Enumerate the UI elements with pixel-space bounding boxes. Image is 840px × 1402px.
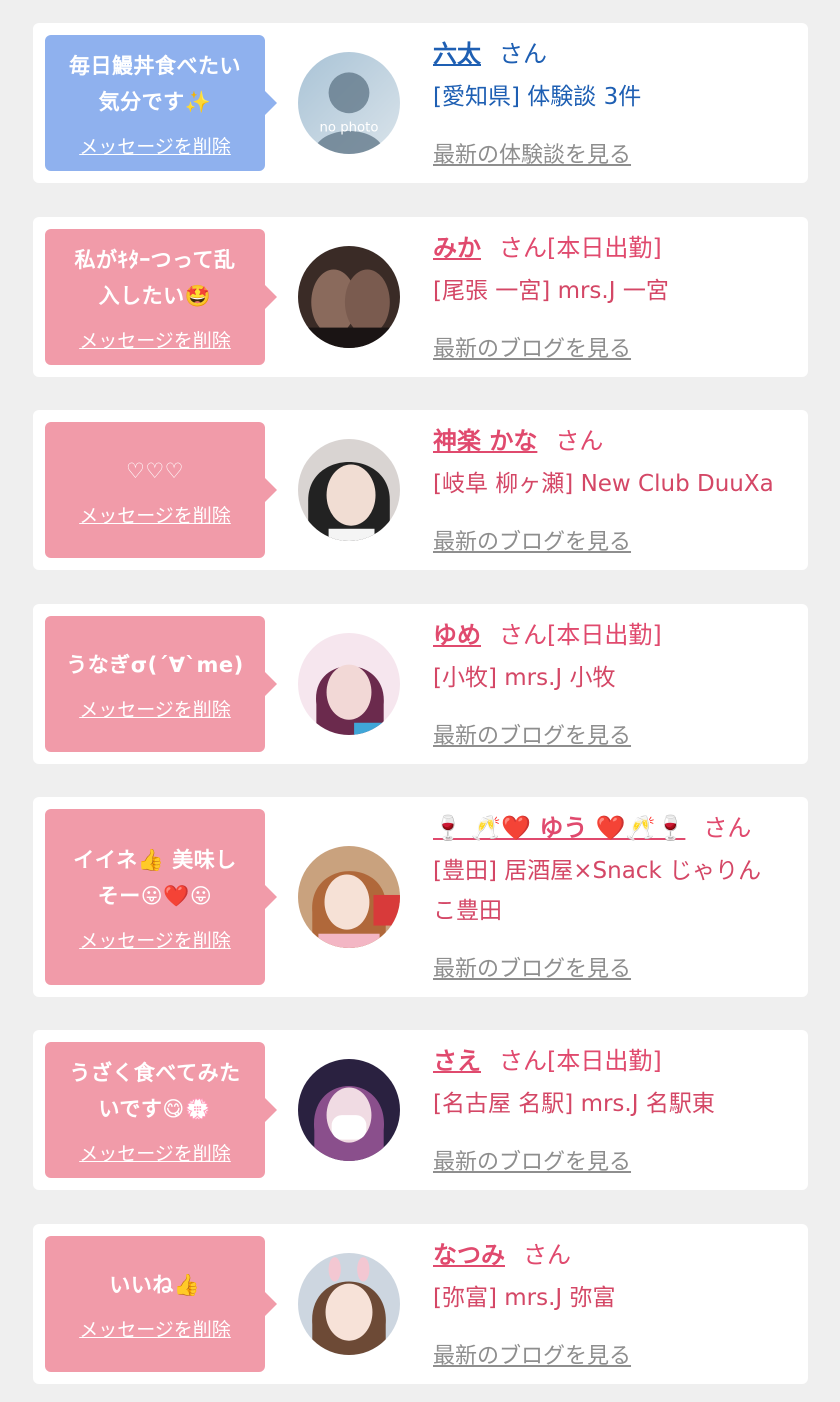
message-bubble: イイネ👍 美味し そー😛❤️😛 メッセージを削除 — [45, 809, 277, 985]
avatar[interactable] — [298, 633, 400, 735]
avatar[interactable] — [298, 246, 400, 348]
user-name-link[interactable]: 六太 — [433, 40, 481, 68]
avatar[interactable] — [298, 439, 400, 541]
shop-info: [尾張 一宮] mrs.J 一宮 — [433, 278, 669, 304]
delete-message-link[interactable]: メッセージを削除 — [79, 1139, 231, 1166]
user-name-link[interactable]: 神楽 かな — [433, 427, 537, 455]
user-name-line: みか さん[本日出勤] — [433, 225, 792, 271]
delete-message-link[interactable]: メッセージを削除 — [79, 1315, 231, 1342]
user-name-link[interactable]: ゆめ — [433, 621, 481, 649]
latest-post-link[interactable]: 最新のブログを見る — [433, 331, 631, 363]
message-bubble: 毎日鰻丼食べたい 気分です✨ メッセージを削除 — [45, 35, 277, 171]
message-card: いいね👍 メッセージを削除 なつみ さん [弥富] mrs.J 弥富 最新のブログ… — [33, 1224, 808, 1384]
no-photo-avatar-icon: no photo — [298, 52, 400, 154]
message-line: 毎日鰻丼食べたい — [69, 53, 241, 78]
profile-photo — [298, 1253, 400, 1355]
message-text: いいね👍 — [109, 1267, 200, 1303]
message-line: 気分です✨ — [98, 89, 212, 114]
profile-photo — [298, 246, 400, 348]
avatar[interactable]: no photo — [298, 52, 400, 154]
shop-info: [小牧] mrs.J 小牧 — [433, 665, 616, 691]
shop-info: [豊田] 居酒屋×Snack じゃりん こ豊田 — [433, 851, 792, 931]
delete-message-link[interactable]: メッセージを削除 — [79, 132, 231, 159]
latest-post-link[interactable]: 最新のブログを見る — [433, 718, 631, 750]
shop-info-line: [豊田] 居酒屋×Snack じゃりん — [433, 858, 762, 884]
name-suffix: さん — [555, 427, 604, 455]
message-bubble: いいね👍 メッセージを削除 — [45, 1236, 277, 1372]
latest-post-link[interactable]: 最新のブログを見る — [433, 524, 631, 556]
message-bubble: 私がｷﾀｰつって乱 入したい🤩 メッセージを削除 — [45, 229, 277, 365]
message-text: ♡♡♡ — [126, 453, 184, 489]
message-bubble: うざく食べてみた いです😋💮 メッセージを削除 — [45, 1042, 277, 1178]
message-text: イイネ👍 美味し そー😛❤️😛 — [73, 842, 236, 914]
name-suffix: さん — [703, 814, 752, 842]
profile-photo — [298, 846, 400, 948]
user-name-link[interactable]: 🍷 🥂❤️ ゆう ❤️🥂🍷 — [433, 814, 685, 842]
latest-post-link[interactable]: 最新のブログを見る — [433, 951, 631, 983]
shop-info: [名古屋 名駅] mrs.J 名駅東 — [433, 1091, 715, 1117]
avatar[interactable] — [298, 1253, 400, 1355]
shop-info: [弥富] mrs.J 弥富 — [433, 1285, 616, 1311]
message-text: うなぎσ(´∀`me) — [66, 647, 243, 683]
message-line: イイネ👍 美味し — [73, 847, 237, 872]
profile-photo — [298, 633, 400, 735]
latest-post-link[interactable]: 最新の体験談を見る — [433, 137, 631, 169]
shop-info: [岐阜 柳ヶ瀬] New Club DuuXa — [433, 471, 774, 497]
name-suffix: さん — [499, 40, 547, 68]
user-name-line: なつみ さん — [433, 1232, 792, 1278]
shop-info: [愛知県] 体験談 3件 — [433, 84, 642, 110]
message-card: うなぎσ(´∀`me) メッセージを削除 ゆめ さん[本日出勤] [小牧] mrs… — [33, 604, 808, 764]
message-text: 毎日鰻丼食べたい 気分です✨ — [69, 48, 241, 120]
message-card: 毎日鰻丼食べたい 気分です✨ メッセージを削除 no photo 六太 さん [愛… — [33, 23, 808, 183]
user-name-line: 🍷 🥂❤️ ゆう ❤️🥂🍷 さん — [433, 805, 792, 851]
latest-post-link[interactable]: 最新のブログを見る — [433, 1338, 631, 1370]
message-line: うなぎσ(´∀`me) — [66, 652, 244, 677]
message-line: 私がｷﾀｰつって乱 — [74, 247, 236, 272]
message-line: いです😋💮 — [98, 1096, 212, 1121]
avatar[interactable] — [298, 846, 400, 948]
message-line: いいね👍 — [109, 1272, 201, 1297]
user-name-link[interactable]: みか — [433, 234, 481, 262]
message-text: うざく食べてみた いです😋💮 — [69, 1055, 240, 1127]
svg-text:no photo: no photo — [320, 121, 379, 136]
message-line: うざく食べてみた — [69, 1060, 241, 1085]
message-text: 私がｷﾀｰつって乱 入したい🤩 — [75, 242, 236, 314]
profile-photo — [298, 1059, 400, 1161]
user-name-line: 神楽 かな さん — [433, 418, 792, 464]
name-suffix: さん[本日出勤] — [499, 1047, 662, 1075]
delete-message-link[interactable]: メッセージを削除 — [79, 501, 231, 528]
message-bubble: うなぎσ(´∀`me) メッセージを削除 — [45, 616, 277, 752]
user-name-link[interactable]: なつみ — [433, 1241, 505, 1269]
shop-info-line: こ豊田 — [433, 898, 502, 924]
delete-message-link[interactable]: メッセージを削除 — [79, 695, 231, 722]
message-card: イイネ👍 美味し そー😛❤️😛 メッセージを削除 🍷 🥂❤️ ゆう ❤️🥂🍷 さん… — [33, 797, 808, 997]
name-suffix: さん — [523, 1241, 571, 1269]
user-name-line: さえ さん[本日出勤] — [433, 1038, 792, 1084]
user-name-line: ゆめ さん[本日出勤] — [433, 612, 792, 658]
delete-message-link[interactable]: メッセージを削除 — [79, 326, 231, 353]
avatar[interactable] — [298, 1059, 400, 1161]
message-bubble: ♡♡♡ メッセージを削除 — [45, 422, 277, 558]
message-line: 入したい🤩 — [98, 283, 212, 308]
message-line: ♡♡♡ — [126, 458, 184, 483]
name-suffix: さん[本日出勤] — [499, 234, 662, 262]
profile-photo — [298, 439, 400, 541]
name-suffix: さん[本日出勤] — [499, 621, 662, 649]
user-name-line: 六太 さん — [433, 31, 792, 77]
message-card: 私がｷﾀｰつって乱 入したい🤩 メッセージを削除 みか さん[本日出勤] [尾張 … — [33, 217, 808, 377]
user-name-link[interactable]: さえ — [433, 1047, 481, 1075]
delete-message-link[interactable]: メッセージを削除 — [79, 926, 231, 953]
latest-post-link[interactable]: 最新のブログを見る — [433, 1144, 631, 1176]
message-line: そー😛❤️😛 — [97, 883, 213, 908]
message-card: ♡♡♡ メッセージを削除 神楽 かな さん [岐阜 柳ヶ瀬] New Club D… — [33, 410, 808, 570]
message-card: うざく食べてみた いです😋💮 メッセージを削除 さえ さん[本日出勤] [名古屋 … — [33, 1030, 808, 1190]
